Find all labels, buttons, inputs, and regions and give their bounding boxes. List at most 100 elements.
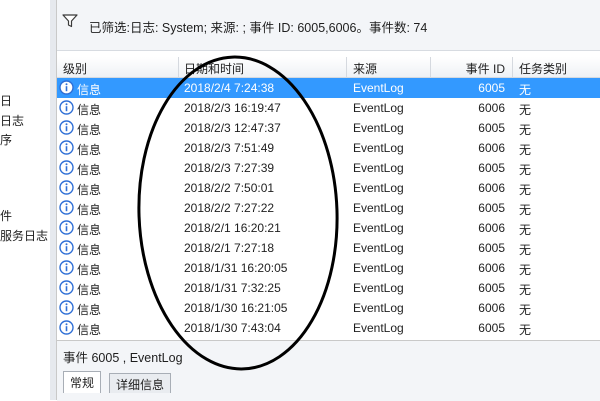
- table-row[interactable]: 信息 2018/2/3 12:47:37 EventLog 6005 无: [57, 118, 600, 138]
- cell-task-category: 无: [519, 183, 532, 197]
- cell-source: EventLog: [353, 141, 404, 155]
- column-header-task-category[interactable]: 任务类别: [519, 60, 567, 77]
- table-row[interactable]: 信息 2018/2/3 16:19:47 EventLog 6006 无: [57, 98, 600, 118]
- tab-general[interactable]: 常规: [63, 371, 102, 393]
- cell-level: 信息: [77, 83, 102, 97]
- table-row[interactable]: 信息 2018/1/31 7:32:25 EventLog 6005 无: [57, 278, 600, 298]
- info-icon: [59, 300, 74, 315]
- info-icon: [59, 240, 74, 255]
- cell-source: EventLog: [353, 321, 404, 335]
- column-header-datetime[interactable]: 日期和时间: [184, 60, 244, 77]
- left-nav-item[interactable]: 件: [0, 207, 12, 224]
- left-nav-item-label: 件: [0, 209, 13, 223]
- column-header-event-id[interactable]: 事件 ID: [435, 60, 505, 77]
- cell-level: 信息: [77, 203, 102, 217]
- table-row[interactable]: 信息 2018/2/4 7:24:38 EventLog 6005 无: [57, 78, 600, 98]
- info-icon: [59, 260, 74, 275]
- cell-event-id: 6005: [478, 241, 505, 255]
- cell-level: 信息: [77, 183, 102, 197]
- table-row[interactable]: 信息 2018/2/2 7:50:01 EventLog 6006 无: [57, 178, 600, 198]
- cell-datetime: 2018/2/2 7:50:01: [184, 181, 275, 195]
- cell-datetime: 2018/2/3 16:19:47: [184, 101, 281, 115]
- left-nav-item[interactable]: 日志: [0, 112, 24, 129]
- table-row[interactable]: 信息 2018/2/3 7:51:49 EventLog 6006 无: [57, 138, 600, 158]
- left-nav-item-label: 日志: [0, 114, 25, 128]
- left-nav-item[interactable]: 服务日志: [0, 227, 48, 244]
- left-nav-item-label: 序: [0, 133, 13, 147]
- table-row[interactable]: 信息 2018/1/30 7:43:04 EventLog 6005 无: [57, 318, 600, 337]
- left-nav-item-label: 服务日志: [0, 229, 49, 243]
- cell-task-category: 无: [519, 123, 532, 137]
- cell-task-category: 无: [519, 163, 532, 177]
- cell-level: 信息: [77, 263, 102, 277]
- cell-source: EventLog: [353, 201, 404, 215]
- cell-event-id: 6006: [478, 141, 505, 155]
- info-icon: [59, 220, 74, 235]
- cell-task-category: 无: [519, 103, 532, 117]
- column-header-source[interactable]: 来源: [353, 60, 377, 77]
- column-divider[interactable]: [346, 57, 347, 77]
- column-divider[interactable]: [178, 57, 179, 77]
- cell-datetime: 2018/1/30 16:21:05: [184, 301, 288, 315]
- filter-description: 已筛选:日志: System; 来源: ; 事件 ID: 6005,6006。事…: [89, 21, 428, 35]
- cell-datetime: 2018/2/2 7:27:22: [184, 201, 275, 215]
- cell-task-category: 无: [519, 83, 532, 97]
- cell-datetime: 2018/1/30 7:43:04: [184, 321, 281, 335]
- cell-task-category: 无: [519, 263, 532, 277]
- cell-task-category: 无: [519, 283, 532, 297]
- info-icon: [59, 160, 74, 175]
- table-row[interactable]: 信息 2018/2/3 7:27:39 EventLog 6005 无: [57, 158, 600, 178]
- cell-source: EventLog: [353, 261, 404, 275]
- cell-task-category: 无: [519, 323, 532, 337]
- cell-event-id: 6005: [478, 281, 505, 295]
- tab-details[interactable]: 详细信息: [109, 373, 172, 393]
- funnel-icon: [62, 14, 78, 28]
- column-divider[interactable]: [430, 57, 431, 77]
- table-row[interactable]: 信息 2018/1/31 16:20:05 EventLog 6006 无: [57, 258, 600, 278]
- cell-source: EventLog: [353, 301, 404, 315]
- cell-datetime: 2018/2/3 7:51:49: [184, 141, 275, 155]
- cell-level: 信息: [77, 243, 102, 257]
- column-header-level[interactable]: 级别: [63, 60, 87, 77]
- filter-bar: 已筛选:日志: System; 来源: ; 事件 ID: 6005,6006。事…: [57, 0, 600, 51]
- info-icon: [59, 200, 74, 215]
- cell-task-category: 无: [519, 223, 532, 237]
- cell-source: EventLog: [353, 281, 404, 295]
- cell-level: 信息: [77, 323, 102, 337]
- left-nav-item[interactable]: 序: [0, 131, 12, 148]
- cell-task-category: 无: [519, 243, 532, 257]
- table-row[interactable]: 信息 2018/1/30 16:21:05 EventLog 6006 无: [57, 298, 600, 318]
- left-nav-item-label: 日: [0, 94, 13, 108]
- info-icon: [59, 100, 74, 115]
- details-title: 事件 6005 , EventLog: [63, 351, 183, 365]
- cell-source: EventLog: [353, 221, 404, 235]
- pane-splitter[interactable]: [50, 0, 57, 400]
- cell-source: EventLog: [353, 241, 404, 255]
- cell-event-id: 6005: [478, 161, 505, 175]
- table-row[interactable]: 信息 2018/2/1 7:27:18 EventLog 6005 无: [57, 238, 600, 258]
- cell-level: 信息: [77, 283, 102, 297]
- table-row[interactable]: 信息 2018/2/2 7:27:22 EventLog 6005 无: [57, 198, 600, 218]
- cell-level: 信息: [77, 223, 102, 237]
- info-icon: [59, 80, 74, 95]
- cell-datetime: 2018/2/1 16:20:21: [184, 221, 281, 235]
- cell-source: EventLog: [353, 161, 404, 175]
- left-nav-item[interactable]: 日: [0, 92, 12, 109]
- table-header: 级别 日期和时间 来源 事件 ID 任务类别: [57, 57, 600, 78]
- cell-event-id: 6005: [478, 321, 505, 335]
- cell-event-id: 6005: [478, 201, 505, 215]
- left-nav-pane: 日 日志 序 件 服务日志: [0, 0, 51, 400]
- cell-event-id: 6006: [478, 221, 505, 235]
- cell-task-category: 无: [519, 303, 532, 317]
- cell-event-id: 6006: [478, 261, 505, 275]
- cell-datetime: 2018/2/4 7:24:38: [184, 81, 275, 95]
- column-divider[interactable]: [512, 57, 513, 77]
- event-viewer-main: 已筛选:日志: System; 来源: ; 事件 ID: 6005,6006。事…: [57, 0, 600, 401]
- info-icon: [59, 180, 74, 195]
- table-row[interactable]: 信息 2018/2/1 16:20:21 EventLog 6006 无: [57, 218, 600, 238]
- cell-level: 信息: [77, 143, 102, 157]
- cell-event-id: 6006: [478, 301, 505, 315]
- cell-source: EventLog: [353, 101, 404, 115]
- cell-event-id: 6006: [478, 181, 505, 195]
- cell-task-category: 无: [519, 143, 532, 157]
